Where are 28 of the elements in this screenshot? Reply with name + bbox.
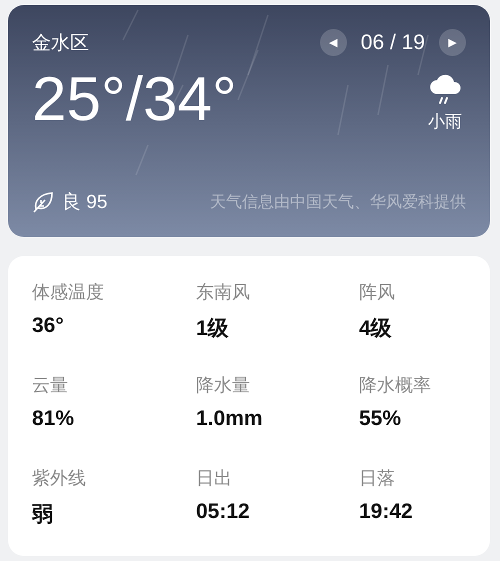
- detail-label: 云量: [32, 374, 69, 397]
- location-label: 金水区: [32, 30, 89, 56]
- detail-label: 日落: [359, 467, 396, 490]
- detail-label: 紫外线: [32, 467, 87, 490]
- temperature-range: 25°/34°: [32, 66, 237, 134]
- detail-value: 1.0mm: [196, 407, 264, 431]
- leaf-icon: [32, 191, 54, 213]
- attribution-text: 天气信息由中国天气、华风爱科提供: [210, 192, 466, 212]
- date-label: 06 / 19: [360, 30, 425, 54]
- detail-value: 4级: [359, 316, 393, 342]
- next-day-button[interactable]: ▶: [439, 29, 466, 56]
- detail-label: 降水量: [196, 374, 251, 397]
- rain-cloud-icon: [428, 74, 462, 106]
- detail-label: 日出: [196, 467, 233, 490]
- detail-value: 81%: [32, 407, 76, 431]
- condition-label: 小雨: [428, 111, 462, 133]
- air-quality-label: 良 95: [62, 191, 108, 215]
- detail-label: 东南风: [196, 281, 251, 304]
- detail-value: 36°: [32, 314, 65, 338]
- detail-label: 阵风: [359, 281, 396, 304]
- detail-value: 1级: [196, 316, 230, 342]
- detail-value: 55%: [359, 407, 402, 431]
- detail-label: 体感温度: [32, 281, 105, 304]
- detail-value: 05:12: [196, 500, 251, 524]
- detail-value: 19:42: [359, 500, 414, 524]
- detail-label: 降水概率: [359, 374, 432, 397]
- previous-day-button[interactable]: ◀: [320, 29, 347, 56]
- detail-value: 弱: [32, 502, 54, 528]
